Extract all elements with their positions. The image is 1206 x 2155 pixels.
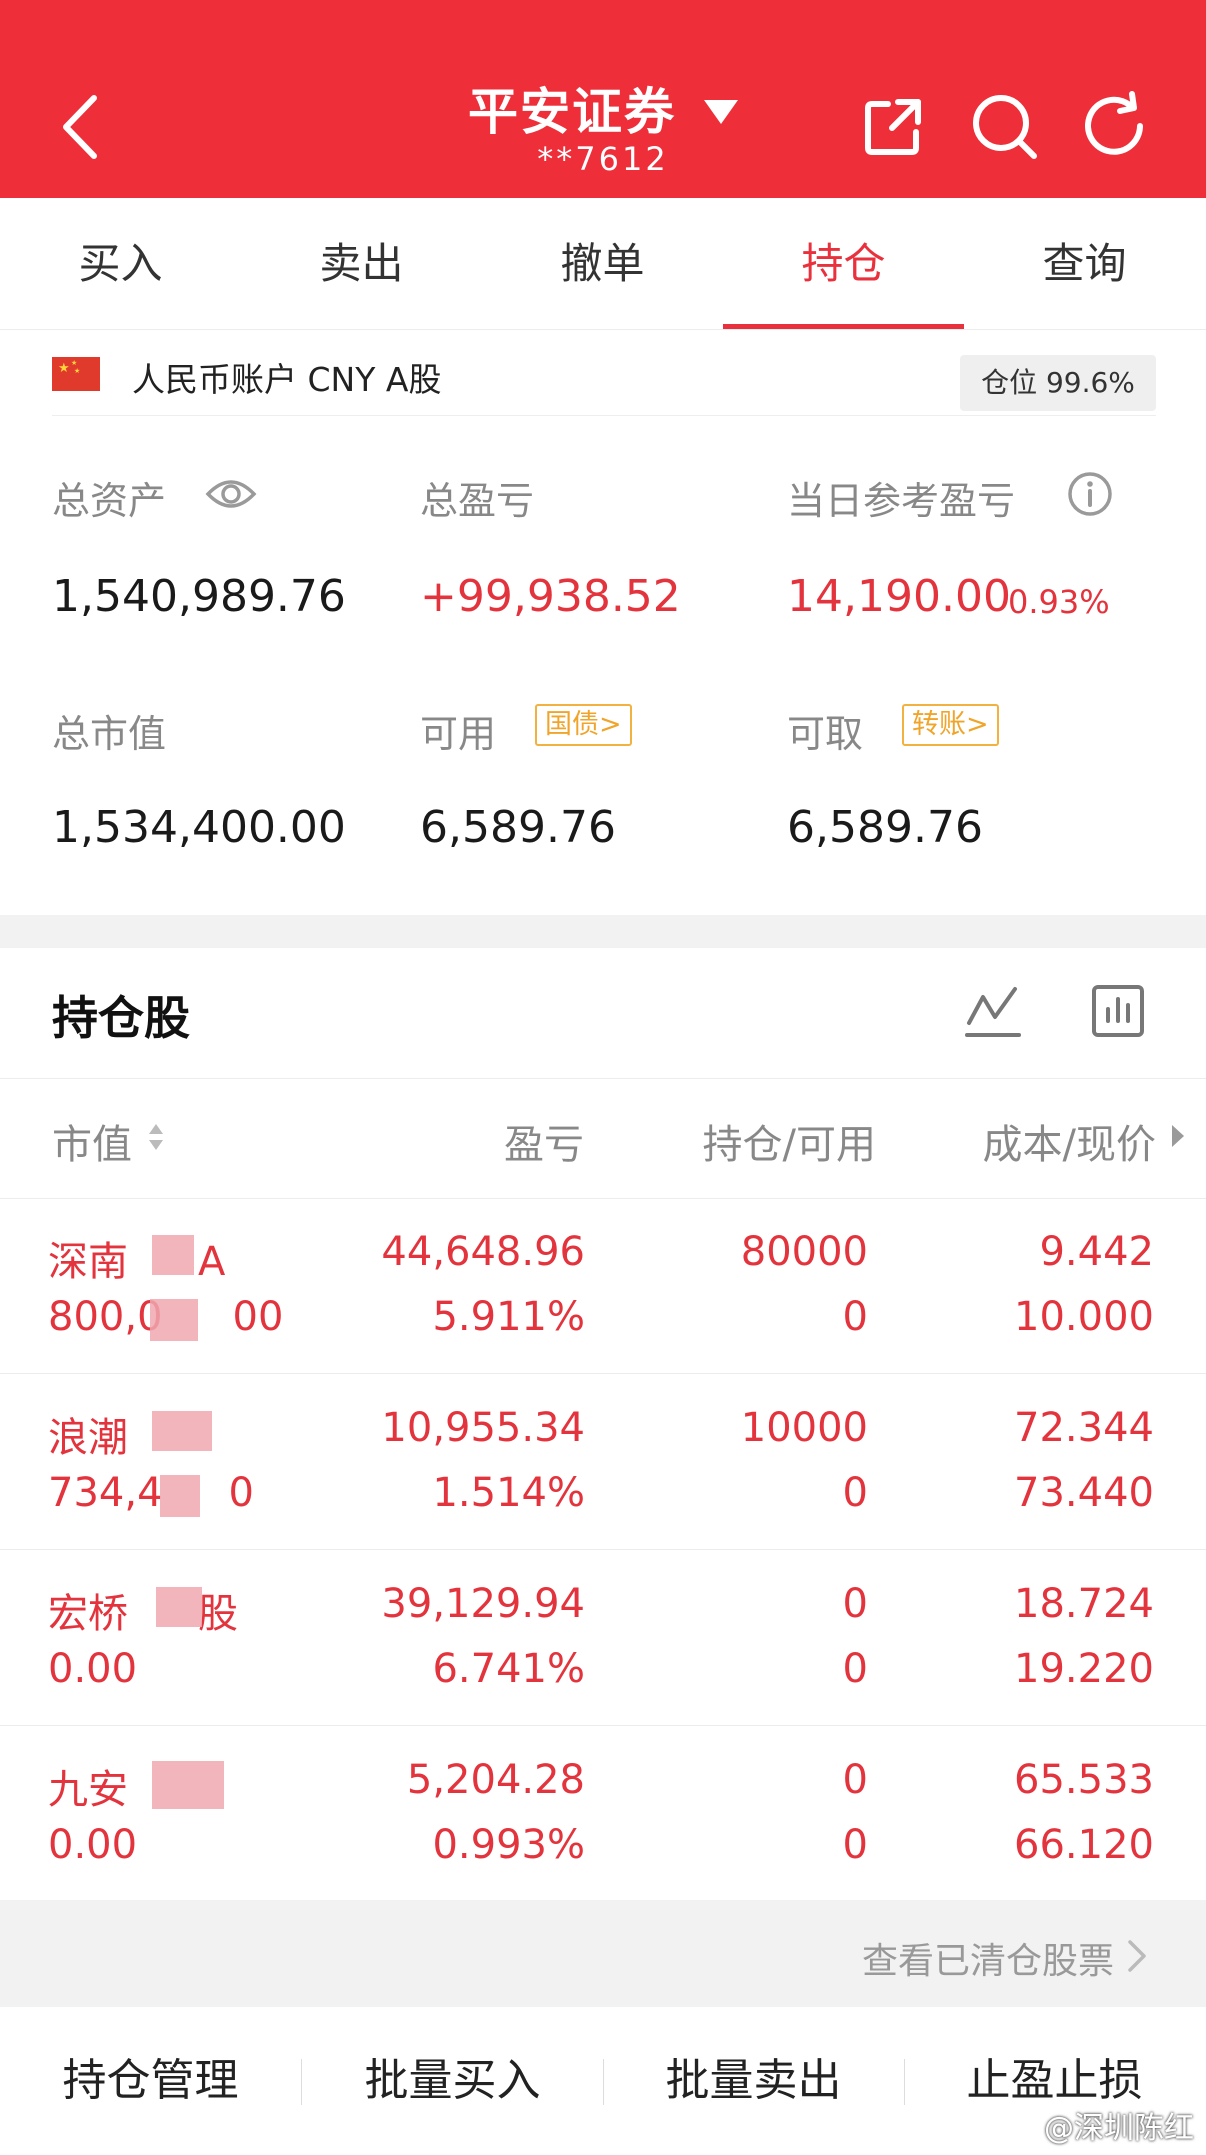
column-cost-price: 成本/现价: [982, 1122, 1156, 1168]
pnl-percent: 0.993%: [432, 1822, 585, 1868]
trade-tabs: 买入 卖出 撤单 持仓 查询: [0, 198, 1206, 330]
current-price: 73.440: [1014, 1470, 1154, 1516]
section-gap: [0, 915, 1206, 948]
divider: [52, 415, 1156, 416]
withdrawable-value: 6,589.76: [787, 802, 983, 853]
cleared-stocks-link[interactable]: 查看已清仓股票: [862, 1932, 1114, 1984]
daily-pnl-value: 14,190.00: [787, 571, 1011, 622]
redaction-mosaic: [160, 1475, 200, 1517]
column-market-value[interactable]: 市值: [52, 1112, 132, 1170]
withdrawable-label: 可取: [787, 712, 864, 756]
account-type: 人民币账户 CNY A股: [132, 360, 442, 399]
stock-market-value: 800,0: [48, 1294, 163, 1340]
refresh-icon[interactable]: [1080, 90, 1152, 162]
available-quantity: 0: [842, 1822, 868, 1868]
position-quantity: 0: [842, 1581, 868, 1627]
table-row[interactable]: 深南 A 800,0 00 44,648.96 5.911% 80000 0 9.4…: [0, 1199, 1206, 1374]
stock-name: 浪潮: [48, 1415, 128, 1461]
total-assets-label: 总资产: [52, 479, 167, 523]
available-quantity: 0: [842, 1294, 868, 1340]
redaction-mosaic: [152, 1411, 212, 1451]
total-assets-value: 1,540,989.76: [52, 571, 346, 622]
total-pnl-label: 总盈亏: [420, 479, 535, 523]
tab-sell[interactable]: 卖出: [241, 198, 482, 330]
stock-market-value: 0.00: [48, 1822, 138, 1868]
batch-sell-button[interactable]: 批量卖出: [603, 2007, 904, 2155]
stock-name: 深南: [48, 1239, 128, 1285]
table-row[interactable]: 宏桥 股 0.00 39,129.94 6.741% 0 0 18.724 19.…: [0, 1551, 1206, 1726]
pnl-percent: 1.514%: [432, 1470, 585, 1516]
search-icon[interactable]: [968, 90, 1040, 162]
position-quantity: 10000: [740, 1405, 868, 1451]
total-pnl-value: +99,938.52: [420, 571, 681, 622]
tab-buy[interactable]: 买入: [0, 198, 241, 330]
cost-price: 65.533: [1014, 1757, 1154, 1803]
scroll-right-icon[interactable]: [1172, 1125, 1184, 1147]
table-row[interactable]: 浪潮 734,4 0 10,955.34 1.514% 10000 0 72.34…: [0, 1375, 1206, 1550]
divider: [0, 1078, 1206, 1079]
column-position-available: 持仓/可用: [702, 1122, 876, 1168]
daily-pnl-percent: 0.93%: [1008, 583, 1110, 621]
holdings-title: 持仓股: [52, 991, 190, 1045]
info-icon[interactable]: [1066, 470, 1114, 518]
pnl-value: 39,129.94: [381, 1581, 585, 1627]
pnl-value: 10,955.34: [381, 1405, 585, 1451]
market-value-value: 1,534,400.00: [52, 802, 346, 853]
chevron-right-icon: [1128, 1940, 1146, 1972]
available-quantity: 0: [842, 1646, 868, 1692]
redaction-mosaic: [156, 1587, 202, 1627]
tab-query[interactable]: 查询: [964, 198, 1205, 330]
redaction-mosaic: [152, 1235, 194, 1275]
active-tab-indicator: [723, 324, 964, 329]
cost-price: 18.724: [1014, 1581, 1154, 1627]
tab-positions[interactable]: 持仓: [723, 198, 964, 330]
bar-chart-icon[interactable]: [1090, 983, 1146, 1039]
market-value-label: 总市值: [52, 712, 167, 756]
table-row[interactable]: 九安 0.00 5,204.28 0.993% 0 0 65.533 66.12…: [0, 1727, 1206, 1902]
position-quantity: 0: [842, 1757, 868, 1803]
pnl-percent: 6.741%: [432, 1646, 585, 1692]
cost-price: 9.442: [1039, 1229, 1154, 1275]
position-ratio-badge: 仓位 99.6%: [960, 355, 1156, 411]
column-pnl: 盈亏: [504, 1122, 584, 1168]
stock-market-value: 734,4: [48, 1470, 163, 1516]
tab-cancel-order[interactable]: 撤单: [482, 198, 723, 330]
transfer-link[interactable]: 转账>: [902, 704, 999, 746]
watermark: @深圳陈红: [1044, 2111, 1194, 2146]
daily-pnl-label: 当日参考盈亏: [787, 479, 1016, 523]
pnl-value: 44,648.96: [381, 1229, 585, 1275]
current-price: 10.000: [1014, 1294, 1154, 1340]
available-label: 可用: [420, 712, 497, 756]
available-value: 6,589.76: [420, 802, 616, 853]
bottom-action-bar: 持仓管理 批量买入 批量卖出 止盈止损 @深圳陈红: [0, 2007, 1206, 2155]
stock-name-tail: A: [198, 1239, 226, 1285]
redaction-mosaic: [152, 1761, 224, 1809]
stock-name: 九安: [48, 1767, 128, 1813]
trend-chart-icon[interactable]: [965, 983, 1021, 1039]
stock-name: 宏桥: [48, 1591, 128, 1637]
available-quantity: 0: [842, 1470, 868, 1516]
position-quantity: 80000: [740, 1229, 868, 1275]
sort-icon[interactable]: [147, 1122, 165, 1152]
treasury-bond-link[interactable]: 国债>: [535, 704, 632, 746]
stock-name-tail: 股: [198, 1591, 238, 1637]
broker-name: 平安证券: [468, 83, 676, 141]
redaction-mosaic: [150, 1299, 198, 1341]
share-icon[interactable]: [858, 90, 930, 162]
pnl-percent: 5.911%: [432, 1294, 585, 1340]
cost-price: 72.344: [1014, 1405, 1154, 1451]
stock-market-value: 0.00: [48, 1646, 138, 1692]
current-price: 19.220: [1014, 1646, 1154, 1692]
current-price: 66.120: [1014, 1822, 1154, 1868]
batch-buy-button[interactable]: 批量买入: [302, 2007, 603, 2155]
app-header: 平安证券 **7612: [0, 0, 1206, 198]
china-flag-icon: ★ ★ ★: [52, 357, 100, 391]
position-management-button[interactable]: 持仓管理: [0, 2007, 301, 2155]
dropdown-caret-icon: [704, 99, 738, 124]
pnl-value: 5,204.28: [406, 1757, 585, 1803]
eye-icon[interactable]: [205, 474, 257, 514]
